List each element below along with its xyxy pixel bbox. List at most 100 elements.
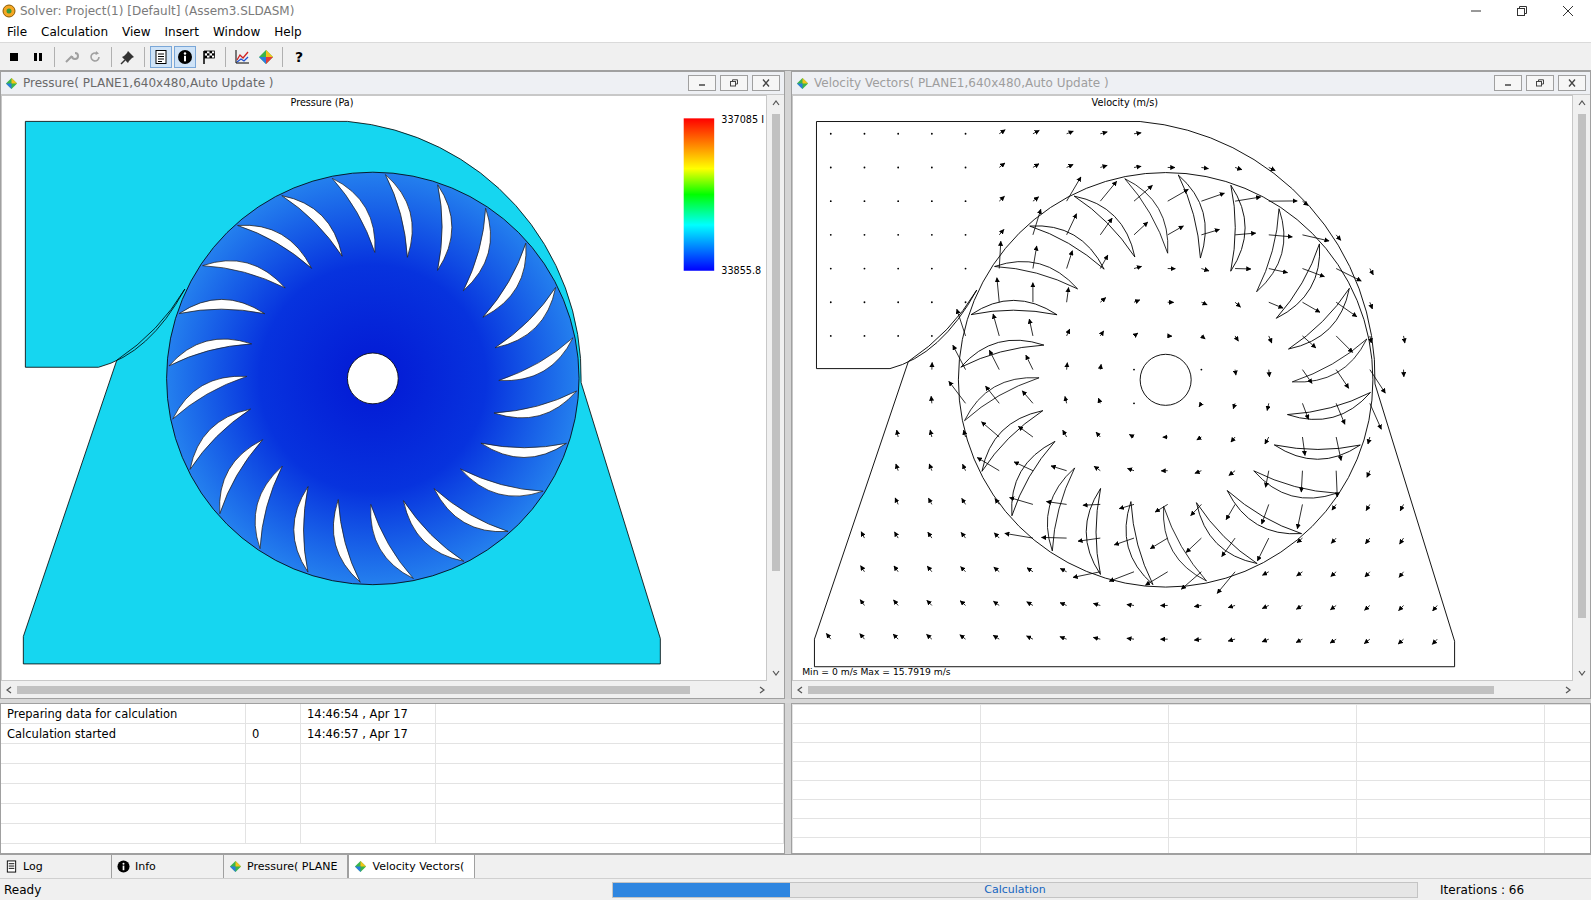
document-tab[interactable]: Velocity Vectors( xyxy=(348,855,475,878)
toolbar-button[interactable] xyxy=(255,46,277,68)
velocity-arrow xyxy=(896,464,898,471)
restore-button[interactable] xyxy=(1499,0,1545,22)
toolbar-button[interactable] xyxy=(3,46,25,68)
velocity-arrow xyxy=(1066,363,1068,370)
vertical-scrollbar[interactable] xyxy=(767,95,784,681)
velocity-dot xyxy=(1133,402,1135,404)
child-minimize-button[interactable] xyxy=(688,75,716,91)
log-row[interactable]: Preparing data for calculation14:46:54 ,… xyxy=(1,704,784,724)
velocity-arrow xyxy=(1404,336,1405,343)
menu-item[interactable]: View xyxy=(115,24,157,40)
horizontal-scrollbar[interactable] xyxy=(1,681,784,698)
toolbar-button[interactable] xyxy=(60,46,82,68)
velocity-arrow xyxy=(1364,639,1370,643)
child-close-button[interactable] xyxy=(1558,75,1586,91)
help-button[interactable]: ? xyxy=(288,46,310,68)
velocity-arrow xyxy=(1330,605,1336,609)
velocity-dot xyxy=(864,335,866,337)
close-icon xyxy=(761,79,771,87)
vertical-scrollbar[interactable] xyxy=(1573,95,1590,681)
velocity-dot xyxy=(830,200,832,202)
menu-item[interactable]: Help xyxy=(267,24,308,40)
child-restore-button[interactable] xyxy=(1526,75,1554,91)
scroll-thumb[interactable] xyxy=(17,686,690,694)
document-tab[interactable]: Pressure( PLANE xyxy=(224,855,348,878)
velocity-arrow xyxy=(1235,167,1242,169)
solver-window: Solver: Project(1) [Default] (Assem3.SLD… xyxy=(0,0,1591,900)
velocity-arrow xyxy=(1195,471,1201,474)
close-button[interactable] xyxy=(1545,0,1591,22)
document-tab[interactable]: Log xyxy=(0,855,112,878)
menu-item[interactable]: Calculation xyxy=(34,24,115,40)
menu-item[interactable]: Window xyxy=(206,24,267,40)
child-close-button[interactable] xyxy=(752,75,780,91)
velocity-arrow xyxy=(931,396,933,403)
output-panels: Preparing data for calculation14:46:54 ,… xyxy=(0,699,1591,854)
velocity-arrow xyxy=(860,600,864,606)
velocity-arrow xyxy=(895,498,898,504)
menu-item[interactable]: File xyxy=(0,24,34,40)
velocity-dot xyxy=(965,234,967,236)
log-time: 14:46:57 , Apr 17 xyxy=(301,724,436,743)
velocity-dot xyxy=(864,268,866,270)
velocity-arrow xyxy=(1302,235,1329,241)
velocity-arrow xyxy=(1262,639,1269,642)
velocity-arrow xyxy=(1067,164,1073,167)
toolbar-button[interactable] xyxy=(84,46,106,68)
velocity-arrow xyxy=(1262,572,1268,575)
velocity-arrow xyxy=(1331,538,1336,543)
velocity-arrow xyxy=(1201,269,1209,271)
velocity-arrow xyxy=(1022,391,1033,403)
toolbar-button[interactable] xyxy=(198,46,220,68)
velocity-arrow xyxy=(1114,538,1134,545)
tab-label: Log xyxy=(23,860,43,873)
velocity-arrow xyxy=(929,464,932,471)
toolbar-button[interactable] xyxy=(231,46,253,68)
velocity-arrow xyxy=(1229,471,1235,476)
scroll-thumb[interactable] xyxy=(1578,114,1586,618)
velocity-arrow xyxy=(1073,572,1100,578)
velocity-arrow xyxy=(1336,370,1349,389)
close-icon xyxy=(1563,6,1573,16)
toolbar-button[interactable] xyxy=(150,46,172,68)
blade xyxy=(961,326,1044,387)
child-minimize-button[interactable] xyxy=(1494,75,1522,91)
velocity-arrow xyxy=(1297,504,1302,528)
toolbar-button[interactable] xyxy=(174,46,196,68)
blade xyxy=(401,185,475,271)
toolbar-button[interactable] xyxy=(27,46,49,68)
velocity-arrow xyxy=(1330,639,1336,643)
minimize-button[interactable] xyxy=(1453,0,1499,22)
horizontal-scrollbar[interactable] xyxy=(792,681,1590,698)
empty-log-row xyxy=(1,744,784,764)
document-tab[interactable]: Info xyxy=(112,855,224,878)
velocity-arrow xyxy=(1100,165,1107,167)
velocity-arrow xyxy=(1370,269,1373,275)
scroll-left-icon xyxy=(4,685,14,695)
plot-title: Velocity (m/s) xyxy=(1092,97,1158,108)
velocity-arrow xyxy=(894,566,898,572)
scroll-thumb[interactable] xyxy=(808,686,1494,694)
velocity-arrow xyxy=(1370,370,1385,393)
velocity-dot xyxy=(965,301,967,303)
log-table: Preparing data for calculation14:46:54 ,… xyxy=(0,703,785,854)
child-restore-button[interactable] xyxy=(720,75,748,91)
velocity-arrow xyxy=(963,464,966,471)
velocity-dot xyxy=(864,234,866,236)
tab-label: Pressure( PLANE xyxy=(247,860,337,873)
toolbar-button[interactable] xyxy=(117,46,139,68)
velocity-arrow xyxy=(1367,471,1370,478)
scroll-thumb[interactable] xyxy=(772,114,780,571)
velocity-arrow xyxy=(993,635,999,639)
plot-windows: Pressure( PLANE1,640x480,Auto Update )Pr… xyxy=(0,71,1591,699)
velocity-arrow xyxy=(999,196,1004,201)
velocity-arrow xyxy=(1065,396,1067,403)
velocity-dot xyxy=(864,200,866,202)
velocity-arrow xyxy=(977,458,999,471)
velocity-arrow xyxy=(1046,502,1066,505)
log-row[interactable]: Calculation started014:46:57 , Apr 17 xyxy=(1,724,784,744)
velocity-arrow xyxy=(826,634,830,640)
velocity-arrow xyxy=(1127,604,1134,606)
menu-item[interactable]: Insert xyxy=(158,24,206,40)
velocity-arrow xyxy=(1161,639,1168,640)
